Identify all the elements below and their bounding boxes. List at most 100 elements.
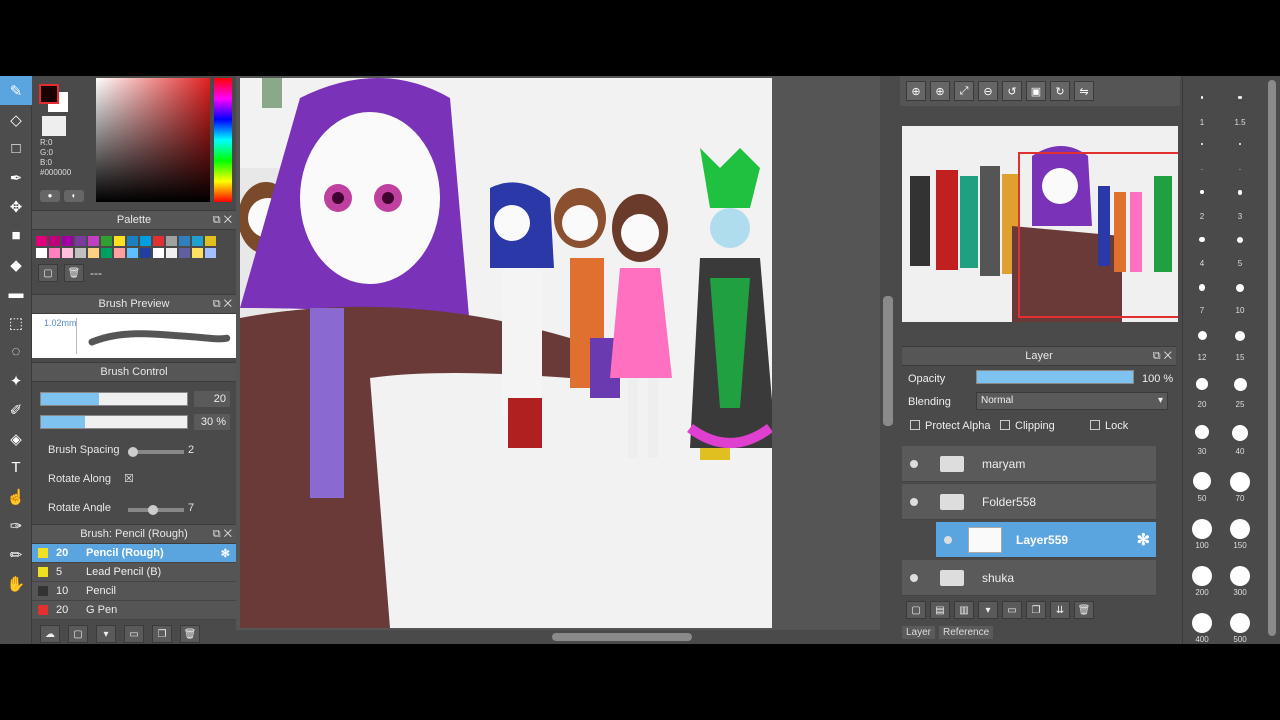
foreground-color-swatch[interactable] [39, 84, 59, 104]
brush-size-preset[interactable]: 40 [1221, 425, 1259, 456]
palette-swatch[interactable] [114, 248, 125, 258]
clipping-option[interactable]: Clipping [1000, 420, 1055, 432]
navigator-viewport-frame[interactable] [1018, 152, 1178, 318]
layer-row[interactable]: maryam [902, 446, 1156, 482]
blending-select[interactable]: Normal ▾ [976, 392, 1168, 410]
navigator-preview[interactable] [902, 126, 1178, 322]
duplicate-brush-button[interactable]: ❐ [152, 625, 172, 643]
rotate-left-icon[interactable]: ↺ [1002, 81, 1022, 101]
brush-size-preset[interactable]: 10 [1221, 284, 1259, 315]
gradient-tool-icon[interactable]: ▬ [0, 279, 32, 308]
brush-opacity-value[interactable]: 30 % [194, 414, 230, 430]
visibility-eye-icon[interactable] [910, 497, 918, 506]
scroll-thumb[interactable] [883, 296, 893, 426]
brush-size-scrollbar[interactable] [1264, 76, 1280, 644]
lock-option[interactable]: Lock [1090, 420, 1128, 432]
brush-size-preset[interactable]: 20 [1183, 378, 1221, 409]
palette-swatch[interactable] [205, 236, 216, 246]
scroll-thumb[interactable] [552, 633, 692, 641]
delete-brush-button[interactable]: 🗑 [180, 625, 200, 643]
transparent-color-swatch[interactable] [42, 116, 66, 136]
brush-list-item[interactable]: 5 Lead Pencil (B) [32, 563, 236, 582]
palette-swatch[interactable] [127, 248, 138, 258]
zoom-out-icon[interactable]: ⊖ [978, 81, 998, 101]
brush-size-preset[interactable]: 100 [1183, 519, 1221, 550]
palette-swatch[interactable] [75, 248, 86, 258]
new-folder-button[interactable]: ▭ [1002, 601, 1022, 619]
bucket-tool-icon[interactable]: ◆ [0, 250, 32, 279]
canvas-horizontal-scrollbar[interactable] [236, 630, 896, 644]
gear-icon[interactable]: ✻ [1137, 530, 1150, 550]
layer-opacity-slider[interactable] [976, 370, 1134, 384]
rotate-along-checkbox[interactable]: ☒ [124, 472, 134, 485]
new-layer-button[interactable]: ▢ [906, 601, 926, 619]
pen-tool-icon[interactable]: ✒ [0, 163, 32, 192]
brush-size-preset[interactable]: · [1221, 143, 1259, 174]
brush-size-preset[interactable]: 30 [1183, 425, 1221, 456]
hue-slider[interactable] [214, 78, 232, 202]
move-tool-icon[interactable]: ✥ [0, 192, 32, 221]
tab-reference[interactable]: Reference [939, 626, 994, 639]
brush-size-preset[interactable]: 70 [1221, 472, 1259, 503]
protect-alpha-option[interactable]: Protect Alpha [910, 420, 990, 432]
brush-size-preset[interactable]: 200 [1183, 566, 1221, 597]
palette-swatch[interactable] [101, 236, 112, 246]
palette-swatch[interactable] [62, 248, 73, 258]
panel-controls-icon[interactable]: ⧉ ✕ [1153, 347, 1172, 365]
brush-size-preset[interactable]: 1 [1183, 96, 1221, 127]
brush-size-preset[interactable]: 500 [1221, 613, 1259, 644]
palette-swatch[interactable] [88, 248, 99, 258]
gear-icon[interactable]: ✻ [221, 547, 230, 560]
fit-screen-icon[interactable]: ⤢ [954, 81, 974, 101]
duplicate-layer-button[interactable]: ❐ [1026, 601, 1046, 619]
brush-size-preset[interactable]: 5 [1221, 237, 1259, 268]
slider-knob[interactable] [128, 447, 138, 457]
brush-size-preset[interactable]: 4 [1183, 237, 1221, 268]
protect-alpha-checkbox[interactable] [910, 420, 920, 430]
fill-rect-icon[interactable]: ■ [0, 221, 32, 250]
brush-opacity-slider[interactable] [40, 415, 188, 429]
select-eraser-icon[interactable]: ◈ [0, 424, 32, 453]
layer-type-button[interactable]: ▾ [978, 601, 998, 619]
palette-swatch[interactable] [192, 236, 203, 246]
brush-size-preset[interactable]: 300 [1221, 566, 1259, 597]
palette-swatch[interactable] [179, 236, 190, 246]
fit-window-icon[interactable]: ▣ [1026, 81, 1046, 101]
brush-size-preset[interactable]: 400 [1183, 613, 1221, 644]
brush-size-preset[interactable]: 25 [1221, 378, 1259, 409]
palette-swatch[interactable] [36, 236, 47, 246]
brush-size-preset[interactable]: 2 [1183, 190, 1221, 221]
saturation-value-picker[interactable] [96, 78, 210, 202]
brush-size-preset[interactable]: 12 [1183, 331, 1221, 362]
brush-list-item[interactable]: 20 G Pen [32, 601, 236, 620]
palette-swatch[interactable] [205, 248, 216, 258]
eyedropper-icon[interactable]: ✑ [0, 511, 32, 540]
palette-swatch[interactable] [153, 236, 164, 246]
visibility-eye-icon[interactable] [910, 573, 918, 582]
palette-swatch[interactable] [153, 248, 164, 258]
palette-swatch[interactable] [114, 236, 125, 246]
zoom-in-icon[interactable]: ⊕ [906, 81, 926, 101]
palette-swatch[interactable] [49, 248, 60, 258]
brush-size-preset[interactable]: 1.5 [1221, 96, 1259, 127]
brush-size-preset[interactable]: 50 [1183, 472, 1221, 503]
brush-size-preset[interactable]: · [1183, 143, 1221, 174]
color-mode-icon[interactable]: ● [40, 190, 60, 202]
palette-swatch[interactable] [62, 236, 73, 246]
magic-wand-icon[interactable]: ✦ [0, 366, 32, 395]
delete-layer-button[interactable]: 🗑 [1074, 601, 1094, 619]
brush-size-slider[interactable] [40, 392, 188, 406]
brush-spacing-slider[interactable] [128, 447, 184, 457]
brush-size-preset[interactable]: 7 [1183, 284, 1221, 315]
lasso-icon[interactable]: ◌ [0, 337, 32, 366]
palette-swatch[interactable] [192, 248, 203, 258]
layer-row[interactable]: shuka [902, 560, 1156, 596]
select-pen-icon[interactable]: ✐ [0, 395, 32, 424]
merge-layer-button[interactable]: ⇊ [1050, 601, 1070, 619]
drawing-canvas[interactable] [240, 78, 772, 628]
palette-swatch[interactable] [166, 236, 177, 246]
panel-controls-icon[interactable]: ⧉ ✕ [213, 211, 232, 229]
panel-controls-icon[interactable]: ⧉ ✕ [213, 295, 232, 313]
palette-swatch[interactable] [88, 236, 99, 246]
brush-size-value[interactable]: 20 [194, 391, 230, 407]
